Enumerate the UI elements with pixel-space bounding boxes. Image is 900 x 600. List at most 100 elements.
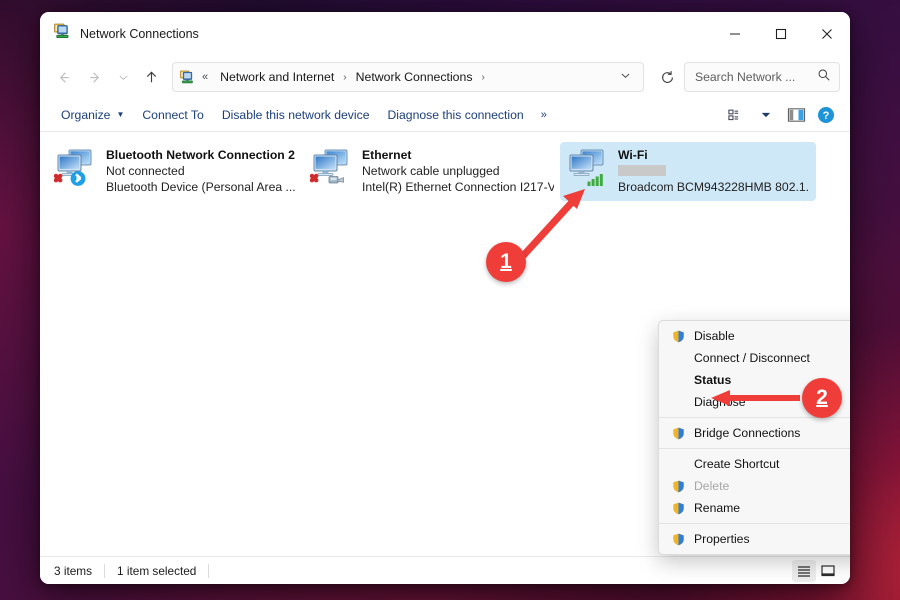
- context-menu-create-shortcut[interactable]: Create Shortcut: [659, 453, 850, 475]
- breadcrumb-dropdown-icon[interactable]: [612, 70, 639, 84]
- details-view-icon[interactable]: [792, 559, 816, 582]
- window-title: Network Connections: [80, 27, 199, 41]
- preview-pane-icon[interactable]: [782, 102, 810, 128]
- error-badge-icon: [53, 173, 63, 183]
- wifi-signal-icon: [587, 174, 603, 186]
- connection-device: Intel(R) Ethernet Connection I217-V: [362, 180, 554, 194]
- connection-device: Broadcom BCM943228HMB 802.1...: [618, 180, 810, 194]
- back-arrow-icon[interactable]: [48, 62, 78, 92]
- minimize-button[interactable]: [712, 12, 758, 56]
- context-menu[interactable]: Disable Connect / Disconnect Status Diag…: [658, 320, 850, 555]
- breadcrumb-location-icon: [180, 70, 195, 85]
- network-adapter-icon: [53, 147, 98, 189]
- network-adapter-icon: [309, 147, 354, 189]
- search-box[interactable]: [684, 62, 840, 92]
- item-count-label: 3 items: [54, 563, 93, 578]
- context-menu-separator: [659, 448, 850, 449]
- status-divider: [104, 563, 106, 578]
- organize-button[interactable]: Organize ▼: [52, 103, 133, 127]
- context-menu-label: Disable: [694, 329, 735, 343]
- search-icon: [817, 68, 831, 87]
- context-menu-separator: [659, 523, 850, 524]
- title-bar-left: Network Connections: [40, 23, 199, 45]
- breadcrumb-segment-network-and-internet[interactable]: Network and Internet: [215, 67, 339, 87]
- connections-list[interactable]: Bluetooth Network Connection 2 Not conne…: [40, 132, 850, 556]
- annotation-badge-label: 2: [816, 386, 828, 409]
- connection-text: Ethernet Network cable unplugged Intel(R…: [362, 147, 554, 195]
- selection-label: 1 item selected: [117, 563, 197, 578]
- context-menu-label: Delete: [694, 479, 730, 493]
- shield-icon: [671, 533, 686, 546]
- context-menu-connect-disconnect[interactable]: Connect / Disconnect: [659, 347, 850, 369]
- error-badge-icon: [309, 173, 319, 183]
- breadcrumb[interactable]: « Network and Internet › Network Connect…: [172, 62, 644, 92]
- forward-arrow-icon[interactable]: [80, 62, 110, 92]
- ethernet-cable-icon: [328, 176, 344, 184]
- close-button[interactable]: [804, 12, 850, 56]
- context-menu-label: Status: [694, 373, 732, 387]
- redacted-bar: [618, 165, 666, 176]
- window-controls: [712, 12, 850, 56]
- context-menu-label: Diagnose: [694, 395, 746, 409]
- annotation-badge-2: 2: [802, 378, 842, 418]
- context-menu-delete: Delete: [659, 475, 850, 497]
- search-input[interactable]: [695, 70, 817, 84]
- network-connections-icon: [54, 23, 71, 45]
- connection-status: Not connected: [106, 164, 185, 178]
- breadcrumb-overflow[interactable]: «: [197, 71, 213, 83]
- diagnose-connection-label: Diagnose this connection: [387, 107, 524, 122]
- title-bar: Network Connections: [40, 12, 850, 56]
- connection-text: Bluetooth Network Connection 2 Not conne…: [106, 147, 296, 195]
- connection-item-wifi[interactable]: Wi-Fi Broadcom BCM943228HMB 802.1...: [560, 142, 816, 201]
- svg-text:?: ?: [823, 110, 830, 122]
- connection-name: Bluetooth Network Connection 2: [106, 148, 295, 162]
- context-menu-properties[interactable]: Properties: [659, 528, 850, 550]
- connection-status-redacted: [618, 163, 810, 179]
- context-menu-disable[interactable]: Disable: [659, 325, 850, 347]
- connection-status: Network cable unplugged: [362, 164, 500, 178]
- connect-to-button[interactable]: Connect To: [133, 103, 212, 127]
- diagnose-connection-button[interactable]: Diagnose this connection: [379, 103, 533, 127]
- command-overflow-button[interactable]: »: [533, 104, 555, 126]
- context-menu-label: Connect / Disconnect: [694, 351, 810, 365]
- shield-icon: [671, 427, 686, 440]
- large-icons-view-icon[interactable]: [816, 560, 840, 582]
- context-menu-label: Properties: [694, 532, 750, 546]
- breadcrumb-separator[interactable]: ›: [341, 72, 348, 83]
- view-options-icon[interactable]: [722, 102, 750, 128]
- organize-label: Organize: [61, 107, 111, 122]
- context-menu-bridge-connections[interactable]: Bridge Connections: [659, 422, 850, 444]
- context-menu-label: Bridge Connections: [694, 426, 801, 440]
- refresh-icon[interactable]: [652, 62, 682, 92]
- context-menu-label: Rename: [694, 501, 741, 515]
- shield-icon: [671, 330, 686, 343]
- connection-name: Wi-Fi: [618, 148, 648, 162]
- up-arrow-icon[interactable]: [136, 62, 166, 92]
- status-bar: 3 items 1 item selected: [40, 556, 850, 584]
- disable-network-device-button[interactable]: Disable this network device: [213, 103, 379, 127]
- chevron-down-icon: ▼: [116, 110, 125, 119]
- connection-item-ethernet[interactable]: Ethernet Network cable unplugged Intel(R…: [304, 142, 560, 201]
- connection-item-bluetooth[interactable]: Bluetooth Network Connection 2 Not conne…: [48, 142, 304, 201]
- navigation-bar: « Network and Internet › Network Connect…: [40, 56, 850, 98]
- status-divider: [208, 563, 210, 578]
- recent-locations-chevron-icon[interactable]: [112, 62, 134, 92]
- context-menu-label: Create Shortcut: [694, 457, 780, 471]
- connect-to-label: Connect To: [142, 107, 204, 122]
- annotation-badge-label: 1: [500, 250, 512, 273]
- maximize-button[interactable]: [758, 12, 804, 56]
- context-menu-rename[interactable]: Rename: [659, 497, 850, 519]
- network-adapter-icon: [566, 147, 610, 189]
- file-explorer-window: Network Connections « Network and Intern…: [40, 12, 850, 584]
- help-icon[interactable]: ?: [812, 102, 840, 128]
- connection-text: Wi-Fi Broadcom BCM943228HMB 802.1...: [618, 147, 810, 195]
- shield-icon: [671, 502, 686, 515]
- connections-row: Bluetooth Network Connection 2 Not conne…: [48, 142, 842, 201]
- breadcrumb-separator-trailing[interactable]: ›: [480, 72, 487, 83]
- command-bar-right: ?: [722, 102, 840, 128]
- view-options-chevron-down-icon[interactable]: [752, 102, 780, 128]
- disable-network-device-label: Disable this network device: [221, 107, 370, 122]
- bluetooth-icon: [70, 171, 86, 186]
- annotation-badge-1: 1: [486, 242, 526, 282]
- breadcrumb-segment-network-connections[interactable]: Network Connections: [351, 67, 478, 87]
